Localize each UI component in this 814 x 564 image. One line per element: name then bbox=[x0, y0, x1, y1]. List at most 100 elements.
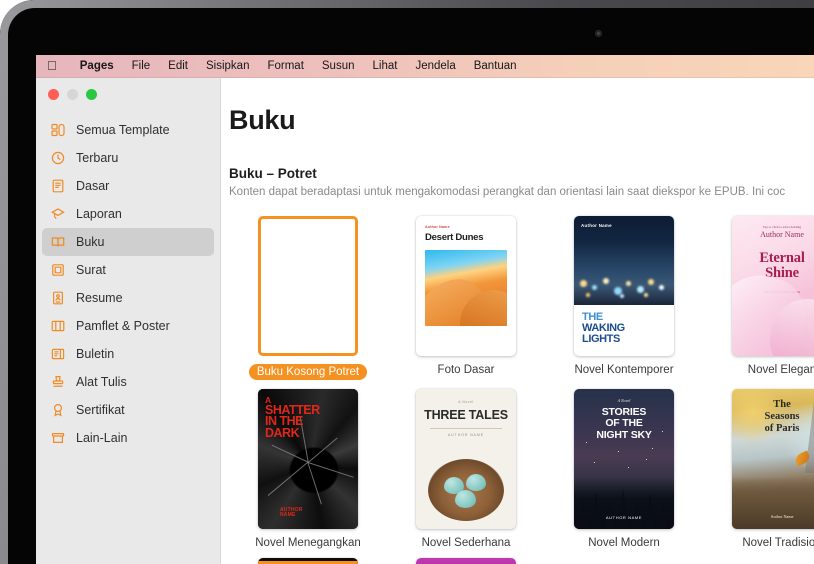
template-thumbnail[interactable]: Author Name Desert Dunes bbox=[413, 214, 519, 358]
menu-item-format[interactable]: Format bbox=[258, 60, 312, 72]
pages-template-chooser-window: Semua Template Terbaru Dasar Laporan Buk… bbox=[36, 78, 814, 564]
menu-item-pages[interactable]: Pages bbox=[71, 60, 123, 72]
template-tile[interactable]: Author Name THE WAKING LIGHTS Novel Kont… bbox=[545, 214, 703, 380]
template-tile[interactable]: A SHATTER IN THE DARK AUTHOR NAME Novel … bbox=[229, 387, 387, 549]
menu-bar:  Pages File Edit Sisipkan Format Susun … bbox=[36, 55, 814, 78]
template-tile[interactable]: A Novel THREE TALES AUTHOR NAME Novel Se… bbox=[387, 387, 545, 549]
sidebar-item-resume[interactable]: Resume bbox=[42, 284, 214, 312]
cover-title: STORIES OF THE NIGHT SKY bbox=[574, 406, 674, 441]
certificate-icon bbox=[50, 402, 66, 418]
menu-item-jendela[interactable]: Jendela bbox=[406, 60, 464, 72]
cover-title-line1: The bbox=[773, 399, 791, 410]
template-tile[interactable]: A Novel STORIES OF THE NIGHT SKY AUTHOR … bbox=[545, 387, 703, 549]
desktop-screen:  Pages File Edit Sisipkan Format Susun … bbox=[36, 55, 814, 564]
sidebar-item-label: Buletin bbox=[76, 347, 115, 361]
cover-title-line4: DARK bbox=[265, 425, 300, 440]
minimize-button[interactable] bbox=[67, 89, 78, 100]
template-thumbnail[interactable]: A Novel STORIES OF THE NIGHT SKY AUTHOR … bbox=[571, 387, 677, 531]
cover-author: Author Name bbox=[770, 514, 794, 519]
sidebar-item-laporan[interactable]: Laporan bbox=[42, 200, 214, 228]
template-tile[interactable]: Tap or click to add a heading Author Nam… bbox=[703, 214, 814, 380]
cover-title-line3: LIGHTS bbox=[582, 333, 620, 346]
cover-title: Eternal Shine bbox=[732, 251, 814, 281]
page-title: Buku bbox=[229, 105, 296, 135]
menu-item-bantuan[interactable]: Bantuan bbox=[465, 60, 526, 72]
template-thumbnail[interactable] bbox=[255, 214, 361, 358]
cover-author-line2: NAME bbox=[280, 511, 296, 518]
stationery-icon bbox=[50, 374, 66, 390]
cover-author: Author Name bbox=[760, 230, 804, 239]
template-label: Novel Menegangkan bbox=[255, 537, 361, 549]
cover-orange-partial bbox=[258, 558, 358, 564]
sidebar-item-label: Sertifikat bbox=[76, 403, 125, 417]
cover-photo-dunes bbox=[425, 250, 507, 326]
template-thumbnail[interactable]: Author Name THE WAKING LIGHTS bbox=[571, 214, 677, 358]
cover-shatter-in-the-dark: A SHATTER IN THE DARK AUTHOR NAME bbox=[258, 389, 358, 529]
sidebar-item-lain-lain[interactable]: Lain-Lain bbox=[42, 424, 214, 452]
template-thumbnail[interactable]: Tap or click to add a heading Author Nam… bbox=[729, 214, 814, 358]
template-tile[interactable] bbox=[229, 556, 387, 564]
close-button[interactable] bbox=[48, 89, 59, 100]
cover-title: The Seasons of Paris bbox=[732, 399, 814, 434]
sidebar-item-buku[interactable]: Buku bbox=[42, 228, 214, 256]
cover-overline: A Novel bbox=[617, 398, 631, 403]
template-label: Buku Kosong Potret bbox=[248, 364, 368, 380]
template-tile[interactable]: The Seasons of Paris Author Name Novel T… bbox=[703, 387, 814, 549]
template-tile[interactable]: Buku Kosong Potret bbox=[229, 214, 387, 380]
template-thumbnail[interactable] bbox=[413, 556, 519, 564]
sidebar: Semua Template Terbaru Dasar Laporan Buk… bbox=[36, 78, 221, 564]
cover-title-line2: Seasons bbox=[764, 410, 800, 422]
cover-blank bbox=[258, 216, 358, 356]
sidebar-item-alat-tulis[interactable]: Alat Tulis bbox=[42, 368, 214, 396]
apple-logo-icon[interactable]:  bbox=[47, 59, 57, 72]
cover-eternal-shine: Tap or click to add a heading Author Nam… bbox=[732, 216, 814, 356]
cover-author: AUTHOR NAME bbox=[280, 507, 303, 519]
template-thumbnail[interactable] bbox=[729, 556, 814, 564]
template-thumbnail[interactable]: The Seasons of Paris Author Name bbox=[729, 387, 814, 531]
cover-photo-cityscape: Author Name bbox=[574, 216, 674, 305]
sidebar-item-label: Laporan bbox=[76, 207, 122, 221]
sidebar-item-dasar[interactable]: Dasar bbox=[42, 172, 214, 200]
cover-title-line2: OF THE bbox=[605, 417, 643, 430]
menu-item-edit[interactable]: Edit bbox=[159, 60, 197, 72]
cover-title-line3: of Paris bbox=[764, 422, 800, 434]
cover-stories-night-sky: A Novel STORIES OF THE NIGHT SKY AUTHOR … bbox=[574, 389, 674, 529]
template-tile[interactable] bbox=[703, 556, 814, 564]
template-thumbnail[interactable]: A Novel THREE TALES AUTHOR NAME bbox=[413, 387, 519, 531]
cover-desert-dunes: Author Name Desert Dunes bbox=[416, 216, 516, 356]
sidebar-item-surat[interactable]: Surat bbox=[42, 256, 214, 284]
sidebar-item-label: Pamflet & Poster bbox=[76, 319, 170, 333]
sidebar-item-semua-template[interactable]: Semua Template bbox=[42, 116, 214, 144]
template-label: Novel Tradision bbox=[742, 537, 814, 549]
sidebar-item-pamflet-poster[interactable]: Pamflet & Poster bbox=[42, 312, 214, 340]
cover-tagline-top: Tap or click to add a heading bbox=[762, 225, 802, 229]
sidebar-item-sertifikat[interactable]: Sertifikat bbox=[42, 396, 214, 424]
cover-seasons-of-paris: The Seasons of Paris Author Name bbox=[732, 389, 814, 529]
template-label: Novel Kontemporer bbox=[574, 364, 674, 376]
section-title: Buku – Potret bbox=[229, 166, 317, 181]
template-thumbnail[interactable] bbox=[571, 556, 677, 564]
cover-author: Author Name bbox=[425, 225, 450, 229]
sidebar-item-label: Surat bbox=[76, 263, 106, 277]
document-icon bbox=[50, 178, 66, 194]
zoom-button[interactable] bbox=[86, 89, 97, 100]
menu-item-susun[interactable]: Susun bbox=[313, 60, 364, 72]
menu-item-lihat[interactable]: Lihat bbox=[364, 60, 407, 72]
webcam-icon bbox=[595, 30, 602, 37]
sidebar-item-terbaru[interactable]: Terbaru bbox=[42, 144, 214, 172]
resume-icon bbox=[50, 290, 66, 306]
template-tile[interactable] bbox=[545, 556, 703, 564]
cover-title: Desert Dunes bbox=[425, 232, 484, 243]
menu-item-file[interactable]: File bbox=[123, 60, 160, 72]
menu-item-sisipkan[interactable]: Sisipkan bbox=[197, 60, 258, 72]
template-tile[interactable] bbox=[387, 556, 545, 564]
template-thumbnail[interactable] bbox=[255, 556, 361, 564]
laptop-frame:  Pages File Edit Sisipkan Format Susun … bbox=[0, 0, 814, 564]
sidebar-item-buletin[interactable]: Buletin bbox=[42, 340, 214, 368]
template-tile[interactable]: Author Name Desert Dunes Foto Dasar bbox=[387, 214, 545, 380]
template-thumbnail[interactable]: A SHATTER IN THE DARK AUTHOR NAME bbox=[255, 387, 361, 531]
template-grid: Buku Kosong Potret Author Name Desert Du… bbox=[229, 214, 814, 564]
sidebar-item-label: Buku bbox=[76, 235, 105, 249]
cover-treeline bbox=[574, 477, 674, 529]
misc-icon bbox=[50, 430, 66, 446]
